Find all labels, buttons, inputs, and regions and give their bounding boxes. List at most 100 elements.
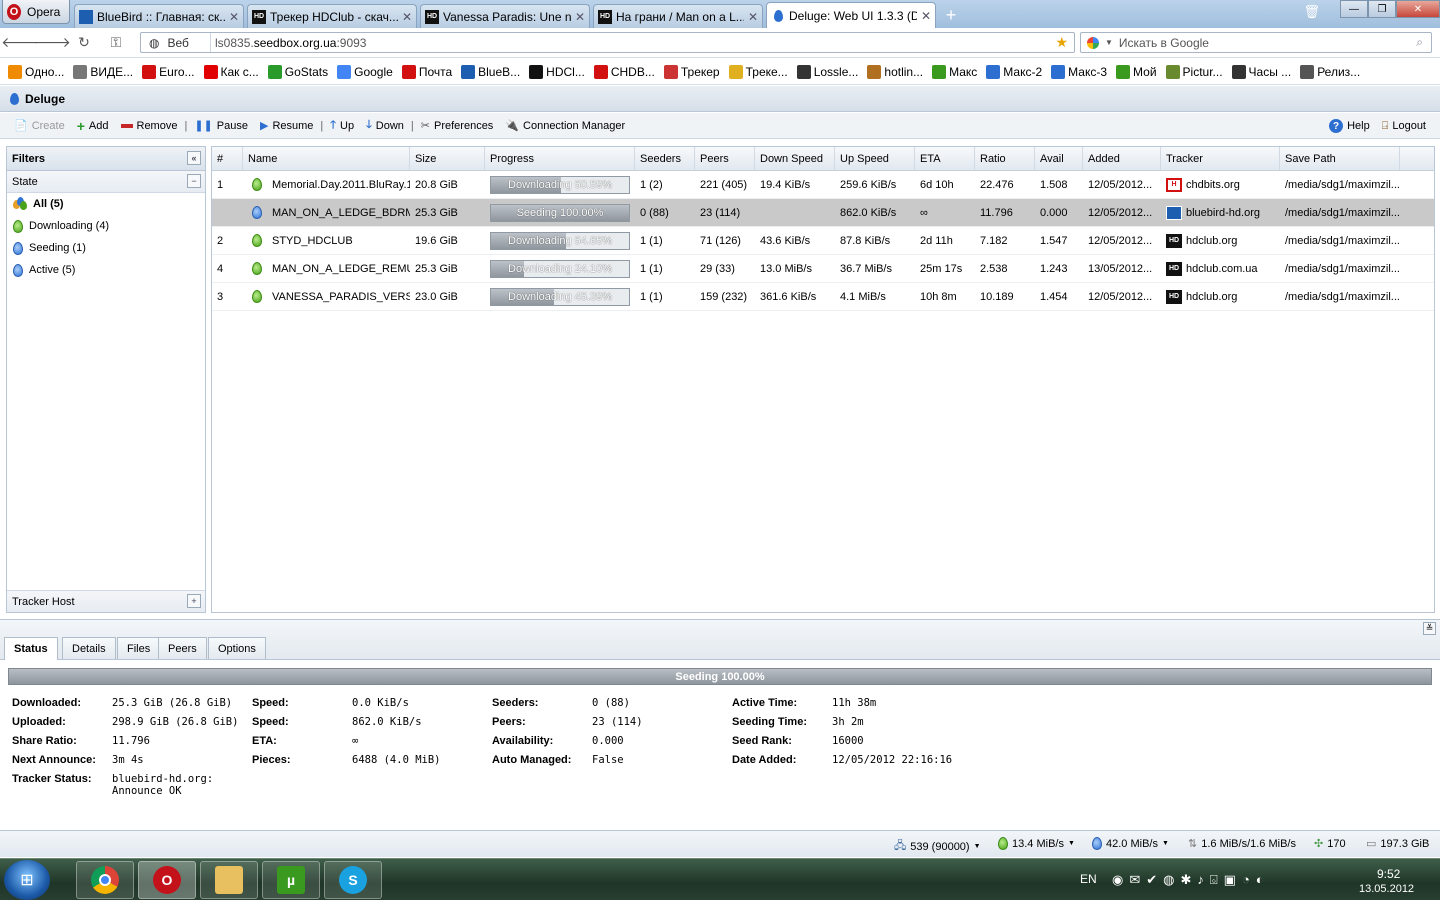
col-save-path-header[interactable]: Save Path xyxy=(1280,147,1400,170)
col-name-header[interactable]: Name xyxy=(243,147,410,170)
tab-status[interactable]: Status xyxy=(4,637,58,660)
taskbar-utorrent[interactable]: µ xyxy=(262,861,320,899)
col-number-header[interactable]: # xyxy=(212,147,243,170)
maximize-button[interactable]: ❐ xyxy=(1368,0,1396,18)
start-button[interactable]: ⊞ xyxy=(4,860,50,900)
logout-button[interactable]: ⍈ Logout xyxy=(1376,115,1432,137)
download-speed-status[interactable]: 13.4 MiB/s ▼ xyxy=(998,837,1075,850)
bookmark-item[interactable]: Релиз... xyxy=(1300,64,1360,79)
torrent-row[interactable]: 2 STYD_HDCLUB 19.6 GiB Downloading 54.65% 1 … xyxy=(212,227,1434,255)
col-progress-header[interactable]: Progress xyxy=(485,147,635,170)
tab-peers[interactable]: Peers xyxy=(158,637,207,659)
col-eta-header[interactable]: ETA xyxy=(915,147,975,170)
bookmark-item[interactable]: Lossle... xyxy=(796,64,858,79)
down-button[interactable]: 🡓 Down xyxy=(360,115,410,137)
add-button[interactable]: + Add xyxy=(71,115,115,137)
col-seeders-header[interactable]: Seeders xyxy=(635,147,695,170)
tab-details[interactable]: Details xyxy=(62,637,116,659)
clock-time[interactable]: 9:52 xyxy=(1377,867,1400,881)
taskbar-chrome[interactable] xyxy=(76,861,134,899)
close-tab-icon[interactable]: ✕ xyxy=(402,10,412,24)
browser-tab[interactable]: HD Vanessa Paradis: Une n... ✕ xyxy=(420,4,590,28)
close-tab-icon[interactable]: ✕ xyxy=(748,10,758,24)
col-down-speed-header[interactable]: Down Speed xyxy=(755,147,835,170)
filter-item-active[interactable]: Active (5) xyxy=(7,259,205,281)
bookmark-item[interactable]: Одно... xyxy=(8,64,64,79)
upload-speed-status[interactable]: 42.0 MiB/s ▼ xyxy=(1092,837,1169,850)
tab-files[interactable]: Files xyxy=(117,637,161,659)
address-field[interactable]: ◍ Веб ls0835.seedbox.org.ua:9093 ★ xyxy=(140,32,1075,53)
bookmark-item[interactable]: Макс-3 xyxy=(1051,64,1107,79)
torrent-row[interactable]: 1 Memorial.Day.2011.BluRay.1080p 20.8 GiB D… xyxy=(212,171,1434,199)
filter-item-all[interactable]: All (5) xyxy=(7,193,205,215)
resume-button[interactable]: ▶ Resume xyxy=(254,115,319,137)
close-tab-icon[interactable]: ✕ xyxy=(575,10,585,24)
opera-menu-button[interactable]: O Opera xyxy=(2,0,70,24)
col-ratio-header[interactable]: Ratio xyxy=(975,147,1035,170)
bookmark-item[interactable]: Треке... xyxy=(728,64,788,79)
expand-tracker-host-button[interactable]: + xyxy=(187,594,201,608)
search-icon[interactable]: ⌕ xyxy=(1416,35,1423,50)
tray-icons[interactable]: ◉✉✔◍✱♪⌺▣◔◐ xyxy=(1112,872,1270,888)
browser-tab[interactable]: HD На грани / Man on a L... ✕ xyxy=(593,4,763,28)
bookmark-item[interactable]: Почта xyxy=(401,64,452,79)
bookmark-item[interactable]: Макс-2 xyxy=(986,64,1042,79)
bookmark-item[interactable]: Макс xyxy=(932,64,977,79)
reload-button[interactable]: ↻ xyxy=(72,33,96,53)
browser-tab[interactable]: BlueBird :: Главная: ск... ✕ xyxy=(74,4,244,28)
close-tab-icon[interactable]: ✕ xyxy=(229,10,239,24)
col-avail-header[interactable]: Avail xyxy=(1035,147,1083,170)
filter-item-downloading[interactable]: Downloading (4) xyxy=(7,215,205,237)
bookmark-item[interactable]: Pictur... xyxy=(1165,64,1223,79)
taskbar-skype[interactable]: S xyxy=(324,861,382,899)
bookmark-item[interactable]: CHDB... xyxy=(593,64,655,79)
remove-button[interactable]: Remove xyxy=(115,115,184,137)
col-added-header[interactable]: Added xyxy=(1083,147,1161,170)
bookmark-item[interactable]: HDCl... xyxy=(529,64,585,79)
collapse-state-button[interactable]: − xyxy=(187,174,201,188)
col-peers-header[interactable]: Peers xyxy=(695,147,755,170)
bookmark-item[interactable]: Как с... xyxy=(203,64,259,79)
close-tab-icon[interactable]: ✕ xyxy=(921,9,931,23)
bookmark-item[interactable]: Трекер xyxy=(663,64,720,79)
tracker-host-header[interactable]: Tracker Host + xyxy=(7,590,205,612)
new-tab-button[interactable]: + xyxy=(939,4,963,26)
torrent-row[interactable]: 4 MAN_ON_A_LEDGE_REMUX 25.3 GiB Downloading… xyxy=(212,255,1434,283)
back-button[interactable]: 🡐 xyxy=(1,33,39,53)
bookmark-item[interactable]: Мой xyxy=(1116,64,1157,79)
bookmark-item[interactable]: Google xyxy=(337,64,393,79)
pause-button[interactable]: ❚❚ Pause xyxy=(188,115,254,137)
state-filter-header[interactable]: State − xyxy=(7,171,205,193)
torrent-row[interactable]: MAN_ON_A_LEDGE_BDRMX 25.3 GiB Seeding 100.… xyxy=(212,199,1434,227)
torrent-row[interactable]: 3 VANESSA_PARADIS_VERSAILLES 23.0 GiB Downl… xyxy=(212,283,1434,311)
scope-selector[interactable]: ◍ Веб xyxy=(141,33,211,52)
dropdown-arrow-icon[interactable]: ▼ xyxy=(1105,38,1113,47)
up-button[interactable]: 🡑 Up xyxy=(324,115,360,137)
search-field[interactable]: ▼ Искать в Google ⌕ xyxy=(1080,32,1432,53)
taskbar-opera[interactable]: O xyxy=(138,861,196,899)
help-button[interactable]: ? Help xyxy=(1323,115,1376,137)
bookmark-item[interactable]: ВИДЕ... xyxy=(73,64,133,79)
url-text[interactable]: ls0835.seedbox.org.ua:9093 xyxy=(211,36,366,50)
clock-date[interactable]: 13.05.2012 xyxy=(1359,883,1414,895)
connections-status[interactable]: 🖧 539 (90000) ▼ xyxy=(894,837,981,856)
forward-button[interactable]: 🡒 xyxy=(33,33,71,53)
create-button[interactable]: 📄 Create xyxy=(8,115,71,137)
filter-item-seeding[interactable]: Seeding (1) xyxy=(7,237,205,259)
browser-tab[interactable]: Deluge: Web UI 1.3.3 (D... ✕ xyxy=(766,2,936,28)
bookmark-item[interactable]: GoStats xyxy=(267,64,328,79)
bookmark-item[interactable]: hotlin... xyxy=(867,64,923,79)
trash-icon[interactable]: 🗑 xyxy=(1303,4,1320,20)
tab-options[interactable]: Options xyxy=(208,637,266,659)
connection-manager-button[interactable]: 🔌 Connection Manager xyxy=(499,115,631,137)
bookmark-item[interactable]: Часы ... xyxy=(1231,64,1291,79)
taskbar-explorer[interactable] xyxy=(200,861,258,899)
collapse-filters-button[interactable]: « xyxy=(187,151,201,165)
col-tracker-header[interactable]: Tracker xyxy=(1161,147,1280,170)
browser-tab[interactable]: HD Трекер HDClub - скач... ✕ xyxy=(247,4,417,28)
bookmark-star-icon[interactable]: ★ xyxy=(1055,34,1068,51)
bookmark-item[interactable]: BlueB... xyxy=(461,64,520,79)
minimize-button[interactable]: — xyxy=(1340,0,1368,18)
col-up-speed-header[interactable]: Up Speed xyxy=(835,147,915,170)
language-indicator[interactable]: EN xyxy=(1080,872,1097,886)
